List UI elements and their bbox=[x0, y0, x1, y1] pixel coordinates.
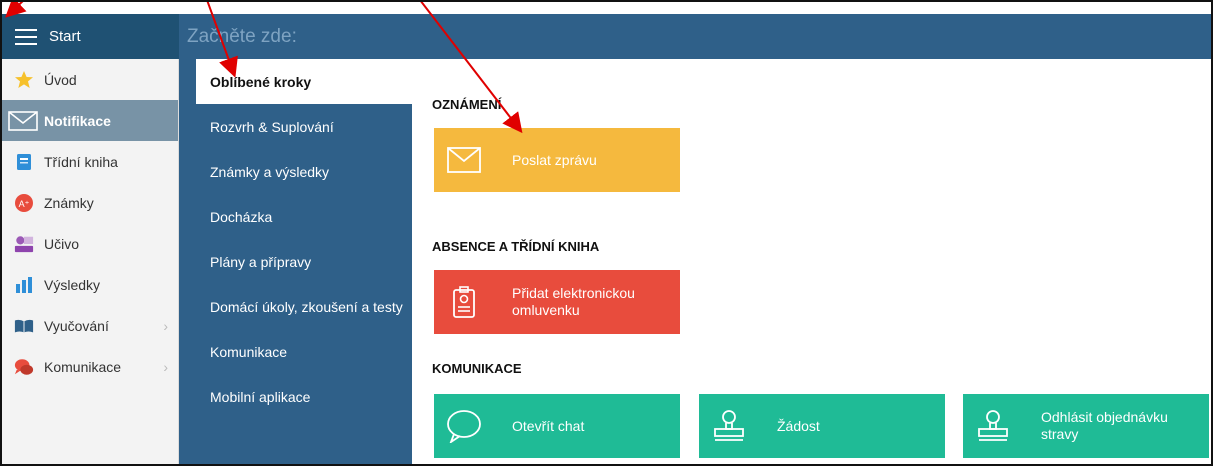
sidebar-item-label: Úvod bbox=[44, 71, 77, 88]
sidebar-item-vyucovani[interactable]: Vyučování › bbox=[2, 305, 178, 346]
teacher-icon bbox=[14, 234, 34, 254]
section-title-komunikace: KOMUNIKACE bbox=[432, 361, 522, 376]
category-dochazka[interactable]: Docházka bbox=[179, 194, 412, 239]
sidebar-item-label: Notifikace bbox=[44, 112, 111, 129]
tile-pridat-omluvenku[interactable]: Přidat elektronickou omluvenku bbox=[434, 270, 680, 334]
chevron-right-icon: › bbox=[163, 317, 168, 334]
topbar: Začněte zde: bbox=[179, 14, 1211, 59]
sidebar-item-uvod[interactable]: Úvod bbox=[2, 59, 178, 100]
sidebar-item-label: Známky bbox=[44, 194, 94, 211]
sidebar: Úvod Notifikace Třídní kniha A⁺ Známky U… bbox=[2, 59, 179, 464]
tile-label: Poslat zprávu bbox=[512, 151, 597, 168]
sidebar-item-ucivo[interactable]: Učivo bbox=[2, 223, 178, 264]
tile-poslat-zpravu[interactable]: Poslat zprávu bbox=[434, 128, 680, 192]
sidebar-item-label: Komunikace bbox=[44, 358, 122, 375]
tile-label: Žádost bbox=[777, 417, 820, 434]
sidebar-item-komunikace[interactable]: Komunikace › bbox=[2, 346, 178, 387]
section-title-absence: ABSENCE A TŘÍDNÍ KNIHA bbox=[432, 239, 600, 254]
sidebar-item-notifikace[interactable]: Notifikace bbox=[2, 100, 178, 141]
tile-odhlasit-stravu[interactable]: Odhlásit objednávku stravy bbox=[963, 394, 1209, 458]
envelope-icon bbox=[8, 110, 38, 131]
tile-zadost[interactable]: Žádost bbox=[699, 394, 945, 458]
topbar-start: Start bbox=[2, 14, 179, 59]
id-badge-icon bbox=[444, 282, 484, 322]
svg-text:A⁺: A⁺ bbox=[19, 199, 30, 209]
sidebar-item-label: Výsledky bbox=[44, 276, 101, 293]
tile-otevrit-chat[interactable]: Otevřít chat bbox=[434, 394, 680, 458]
book-icon bbox=[14, 152, 34, 172]
category-panel: Oblíbené kroky Rozvrh & Suplování Známky… bbox=[179, 59, 412, 464]
category-rozvrh-suplovani[interactable]: Rozvrh & Suplování bbox=[179, 104, 412, 149]
category-plany-pripravy[interactable]: Plány a přípravy bbox=[179, 239, 412, 284]
open-book-icon bbox=[14, 316, 34, 336]
chevron-right-icon: › bbox=[163, 358, 168, 375]
tile-label: Přidat elektronickou omluvenku bbox=[512, 285, 635, 318]
main-content: OZNÁMENÍ Poslat zprávu ABSENCE A TŘÍDNÍ … bbox=[412, 59, 1211, 464]
sidebar-item-label: Třídní kniha bbox=[44, 153, 118, 170]
envelope-outline-icon bbox=[444, 140, 484, 180]
sidebar-item-tridni-kniha[interactable]: Třídní kniha bbox=[2, 141, 178, 182]
start-label[interactable]: Start bbox=[49, 28, 81, 45]
hamburger-menu-icon[interactable] bbox=[15, 28, 37, 45]
sidebar-item-vysledky[interactable]: Výsledky bbox=[2, 264, 178, 305]
page-heading: Začněte zde: bbox=[187, 25, 297, 47]
star-icon bbox=[14, 70, 34, 90]
tile-label: Otevřít chat bbox=[512, 417, 585, 434]
category-komunikace[interactable]: Komunikace bbox=[179, 329, 412, 374]
sidebar-item-znamky[interactable]: A⁺ Známky bbox=[2, 182, 178, 223]
section-title-oznameni: OZNÁMENÍ bbox=[432, 97, 502, 112]
sidebar-item-label: Učivo bbox=[44, 235, 80, 252]
app-window: Start Začněte zde: Úvod Notifikace Třídn… bbox=[0, 0, 1213, 466]
category-mobilni-aplikace[interactable]: Mobilní aplikace bbox=[179, 374, 412, 419]
speech-bubble-icon bbox=[444, 406, 484, 446]
chat-bubbles-icon bbox=[14, 357, 34, 377]
stamp-icon bbox=[973, 406, 1013, 446]
grade-badge-icon: A⁺ bbox=[14, 193, 34, 213]
tile-label: Odhlásit objednávku stravy bbox=[1041, 409, 1168, 442]
category-domaci-ukoly[interactable]: Domácí úkoly, zkoušení a testy bbox=[179, 284, 412, 329]
stamp-icon bbox=[709, 406, 749, 446]
category-oblibene-kroky[interactable]: Oblíbené kroky bbox=[196, 59, 412, 104]
sidebar-item-label: Vyučování bbox=[44, 317, 109, 334]
bar-chart-icon bbox=[14, 275, 34, 295]
category-znamky-vysledky[interactable]: Známky a výsledky bbox=[179, 149, 412, 194]
